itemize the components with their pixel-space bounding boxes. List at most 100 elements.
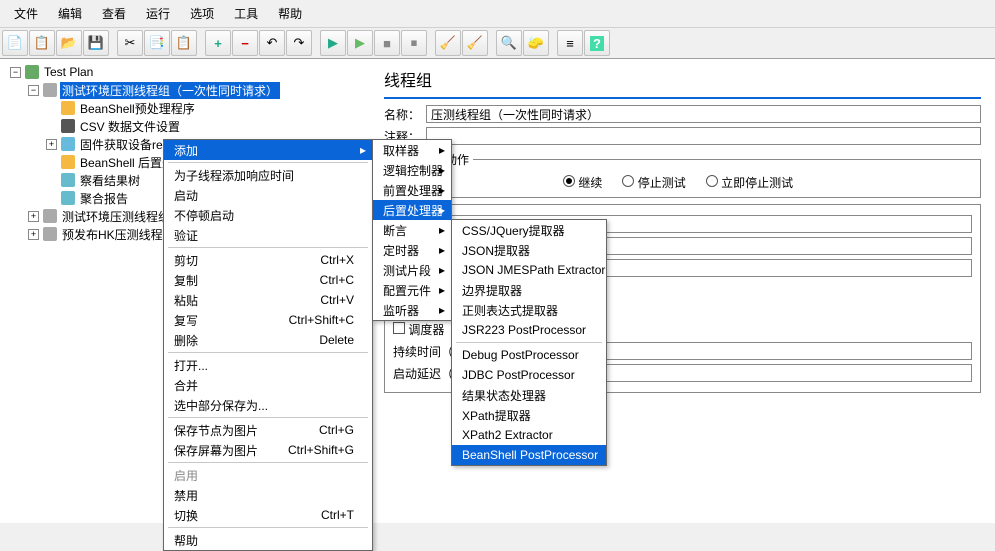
ctx-item[interactable]: 启动 [164,185,372,205]
tb-paste[interactable] [171,30,197,56]
ctx-item[interactable]: XPath2 Extractor [452,425,606,445]
ctx-item[interactable]: 粘贴Ctrl+V [164,290,372,310]
menu-tools[interactable]: 工具 [224,2,268,25]
name-input[interactable] [426,105,981,123]
ctx-item[interactable]: 监听器▸ [373,300,451,320]
ctx-item[interactable]: 边界提取器 [452,280,606,300]
collapse-icon[interactable]: − [10,67,21,78]
expand-icon[interactable]: + [46,139,57,150]
tb-new[interactable] [2,30,28,56]
tb-function[interactable] [557,30,583,56]
ctx-item[interactable]: 保存屏幕为图片Ctrl+Shift+G [164,440,372,460]
tb-cut[interactable] [117,30,143,56]
ctx-item[interactable]: 删除Delete [164,330,372,350]
submenu-arrow-icon: ▸ [439,203,445,217]
tb-start[interactable] [320,30,346,56]
tb-save[interactable] [83,30,109,56]
tree-sel-label: 测试环境压测线程组（一次性同时请求） [60,82,280,99]
submenu-arrow-icon: ▸ [439,263,445,277]
ctx-item[interactable]: 帮助 [164,530,372,550]
ctx-item[interactable]: 复写Ctrl+Shift+C [164,310,372,330]
ctx-item[interactable]: 打开... [164,355,372,375]
radio-stop-now[interactable]: 立即停止测试 [706,174,793,191]
ctx-item[interactable]: JSON JMESPath Extractor [452,260,606,280]
tb-templates[interactable] [29,30,55,56]
ctx-item[interactable]: 断言▸ [373,220,451,240]
submenu-arrow-icon: ▸ [439,303,445,317]
redo-icon [294,35,305,51]
radio-stop-test[interactable]: 停止测试 [622,174,685,191]
tree-item-label: 预发布HK压测线程组 [60,226,177,243]
tb-reset-search[interactable] [523,30,549,56]
new-icon [7,35,23,51]
expand-icon[interactable]: + [28,211,39,222]
expand-icon[interactable]: + [28,229,39,240]
ctx-item[interactable]: 配置元件▸ [373,280,451,300]
ctx-item[interactable]: Debug PostProcessor [452,345,606,365]
ctx-item[interactable]: 后置处理器▸ [373,200,451,220]
ctx-item[interactable]: JDBC PostProcessor [452,365,606,385]
ctx-item[interactable]: 禁用 [164,485,372,505]
tree-item[interactable]: CSV 数据文件设置 [6,117,370,135]
tb-redo[interactable] [286,30,312,56]
menu-options[interactable]: 选项 [180,2,224,25]
ctx-item[interactable]: 保存节点为图片Ctrl+G [164,420,372,440]
tb-search[interactable] [496,30,522,56]
tb-clear[interactable] [435,30,461,56]
ctx-item[interactable]: BeanShell PostProcessor [452,445,606,465]
ctx-item[interactable]: 启用 [164,465,372,485]
tree-root-label: Test Plan [42,65,95,79]
tb-expand[interactable] [205,30,231,56]
sampler-icon [61,137,75,151]
tb-copy[interactable] [144,30,170,56]
shortcut-label: Ctrl+Shift+G [288,443,354,457]
scope-icon [61,191,75,205]
tb-shutdown[interactable] [401,30,427,56]
ctx-item[interactable]: 合并 [164,375,372,395]
context-submenu-postprocessor: CSS/JQuery提取器JSON提取器JSON JMESPath Extrac… [451,219,607,466]
ctx-item[interactable]: 定时器▸ [373,240,451,260]
tree-root[interactable]: − Test Plan [6,63,370,81]
collapse-icon[interactable]: − [28,85,39,96]
tb-stop[interactable] [374,30,400,56]
shortcut-label: Ctrl+G [319,423,354,437]
ctx-item[interactable]: 取样器▸ [373,140,451,160]
tree-selected-threadgroup[interactable]: − 测试环境压测线程组（一次性同时请求） [6,81,370,99]
menu-help[interactable]: 帮助 [268,2,312,25]
ctx-item[interactable]: 复制Ctrl+C [164,270,372,290]
ctx-item[interactable]: 正则表达式提取器 [452,300,606,320]
tb-start-no-pause[interactable] [347,30,373,56]
menu-edit[interactable]: 编辑 [48,2,92,25]
ctx-item[interactable]: 验证 [164,225,372,245]
ctx-item[interactable]: 不停顿启动 [164,205,372,225]
ctx-item[interactable]: 剪切Ctrl+X [164,250,372,270]
ctx-item[interactable]: JSR223 PostProcessor [452,320,606,340]
submenu-arrow-icon: ▸ [360,143,366,157]
ctx-item[interactable]: 前置处理器▸ [373,180,451,200]
ctx-item[interactable]: JSON提取器 [452,240,606,260]
submenu-arrow-icon: ▸ [439,143,445,157]
menu-run[interactable]: 运行 [136,2,180,25]
menu-view[interactable]: 查看 [92,2,136,25]
tb-collapse[interactable] [232,30,258,56]
clear-all-icon [467,35,483,51]
ctx-item[interactable]: XPath提取器 [452,405,606,425]
ctx-item[interactable]: 结果状态处理器 [452,385,606,405]
ctx-item[interactable]: 选中部分保存为... [164,395,372,415]
tb-clear-all[interactable] [462,30,488,56]
ctx-item[interactable]: CSS/JQuery提取器 [452,220,606,240]
ctx-item[interactable]: 逻辑控制器▸ [373,160,451,180]
ctx-item[interactable]: 为子线程添加响应时间 [164,165,372,185]
ctx-item[interactable]: 添加▸ [164,140,372,160]
tree-item[interactable]: BeanShell预处理程序 [6,99,370,117]
scheduler-check[interactable]: 调度器 [393,321,444,338]
comment-input[interactable] [426,127,981,145]
ctx-item[interactable]: 测试片段▸ [373,260,451,280]
gear-icon [43,209,57,223]
tb-undo[interactable] [259,30,285,56]
radio-continue[interactable]: 继续 [563,174,602,191]
tb-open[interactable] [56,30,82,56]
ctx-item[interactable]: 切换Ctrl+T [164,505,372,525]
menu-file[interactable]: 文件 [4,2,48,25]
tb-help[interactable] [584,30,610,56]
